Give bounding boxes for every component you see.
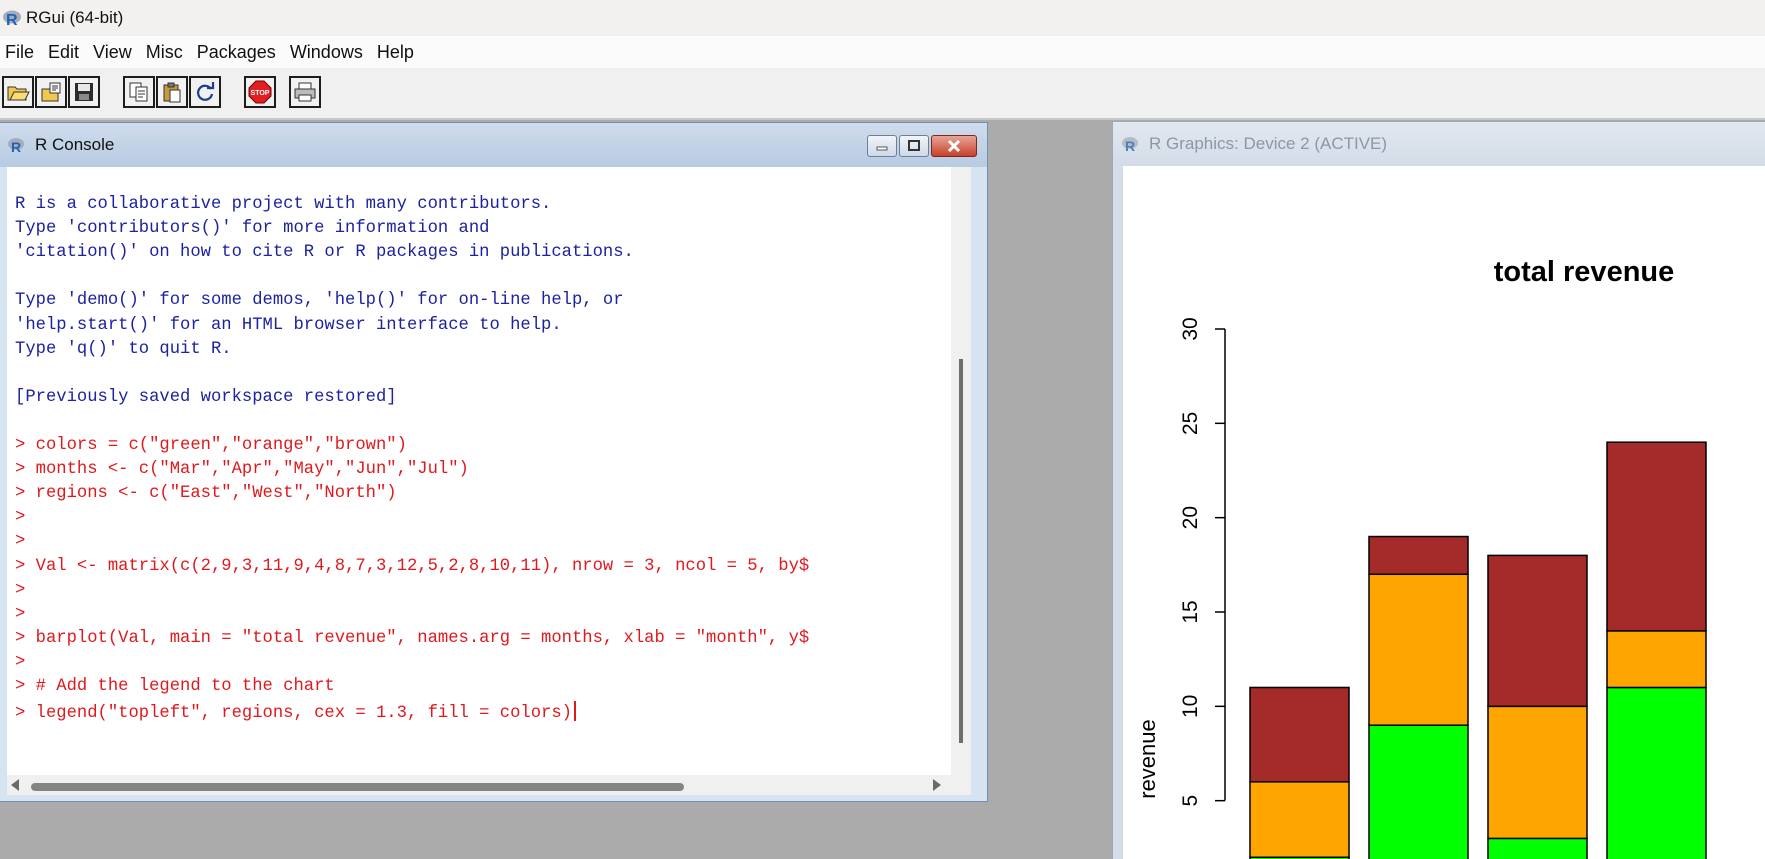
console-input-line: > legend("topleft", regions, cex = 1.3, … [15,701,576,723]
app-titlebar: R RGui (64-bit) [0,0,1765,36]
console-input-line: > colors = c("green","orange","brown") [15,436,407,455]
menu-file[interactable]: File [0,42,43,63]
paste-button[interactable] [156,76,188,108]
svg-text:R: R [6,12,18,27]
app-title: RGui (64-bit) [26,8,124,27]
console-input-line: > months <- c("Mar","Apr","May","Jun","J… [15,460,469,480]
bar-segment [1368,573,1469,726]
vertical-scroll-thumb[interactable] [959,359,963,743]
minimize-button[interactable] [867,135,897,157]
console-output-line: Type 'contributors()' for more informati… [15,219,490,239]
svg-text:R: R [11,139,21,154]
y-tick-label: 5 [1179,795,1202,807]
menu-bar: File Edit View Misc Packages Windows Hel… [0,36,1765,68]
refresh-button[interactable] [189,76,221,108]
menu-windows[interactable]: Windows [285,42,372,63]
bar-segment [1487,705,1588,840]
load-workspace-icon [41,82,61,102]
console-input-line: > regions <- c("East","West","North") [15,484,397,504]
chart-title: total revenue [1494,256,1675,288]
scroll-left-icon[interactable] [11,779,19,791]
maximize-button[interactable] [899,135,929,157]
bar-segment [1249,781,1350,859]
rgui-app: R RGui (64-bit) File Edit View Misc Pack… [0,0,1765,859]
r-console-window[interactable]: R R Console R is a collaborative project… [0,122,988,802]
menu-help[interactable]: Help [372,42,423,63]
maximize-icon [908,140,920,151]
console-input-line: > barplot(Val, main = "total revenue", n… [15,628,810,648]
stop-button[interactable]: STOP [244,76,276,108]
toolbar: STOP [0,68,1765,120]
y-axis-label: revenue [1135,719,1160,799]
console-horizontal-scrollbar[interactable] [7,775,971,795]
r-graphics-window[interactable]: R R Graphics: Device 2 (ACTIVE) total re… [1112,121,1765,859]
load-workspace-button[interactable] [35,76,67,108]
graphics-caption[interactable]: R R Graphics: Device 2 (ACTIVE) [1113,122,1765,166]
paste-icon [163,82,181,103]
y-tick-label: 10 [1179,695,1202,718]
menu-view[interactable]: View [88,42,141,63]
close-button[interactable] [931,135,977,157]
console-vertical-scrollbar[interactable] [951,167,971,775]
y-tick-label: 30 [1179,317,1202,340]
stop-icon: STOP [248,80,272,104]
console-input-line: > [15,508,26,528]
horizontal-scroll-thumb[interactable] [31,783,684,791]
console-title: R Console [35,135,115,154]
console-output-line: 'help.start()' for an HTML browser inter… [15,315,562,335]
refresh-icon [197,82,215,101]
console-output-line: [Previously saved workspace restored] [15,387,397,407]
console-output-line: Type 'demo()' for some demos, 'help()' f… [15,291,624,311]
open-script-icon [7,86,30,101]
menu-packages[interactable]: Packages [192,42,285,63]
r-console-icon: R [7,136,25,155]
svg-text:STOP: STOP [251,90,270,97]
console-input-line: > [15,580,26,600]
console-output-line: 'citation()' on how to cite R or R packa… [15,243,634,263]
console-output[interactable]: R is a collaborative project with many c… [7,167,951,775]
save-button[interactable] [68,76,100,108]
console-input-line: > # Add the legend to the chart [15,677,335,696]
bar-segment [1368,535,1469,576]
bar-segment [1606,441,1707,632]
y-tick-label: 20 [1179,506,1202,529]
r-graphics-icon: R [1121,135,1139,154]
graphics-title: R Graphics: Device 2 (ACTIVE) [1149,134,1388,153]
copy-icon [129,82,148,102]
console-output-line: Type 'q()' to quit R. [15,339,232,359]
bar-segment [1487,554,1588,708]
minimize-icon [876,146,888,151]
revenue-chart: total revenue revenue 5 10 15 20 25 30 [1135,256,1707,859]
scroll-right-icon[interactable] [933,779,941,791]
print-icon [294,82,316,102]
save-icon [75,83,93,101]
console-output-line: R is a collaborative project with many c… [15,195,552,214]
y-tick-label: 25 [1179,412,1202,435]
console-input-line: > Val <- matrix(c(2,9,3,11,9,4,8,7,3,12,… [15,556,810,576]
bar-segment [1368,724,1469,859]
menu-edit[interactable]: Edit [43,42,88,63]
y-tick-label: 15 [1179,600,1202,623]
console-caption[interactable]: R R Console [0,123,987,167]
bar-segment [1249,686,1350,783]
graphics-canvas: total revenue revenue 5 10 15 20 25 30 [1123,166,1765,859]
console-input-line: > [15,652,26,672]
print-button[interactable] [289,76,321,108]
open-script-button[interactable] [2,76,34,108]
close-icon [947,139,961,153]
bar-segment [1606,686,1707,859]
menu-misc[interactable]: Misc [141,42,192,63]
console-input-line: > [15,604,26,624]
bar-segment [1487,837,1588,859]
r-logo-icon: R [2,9,22,29]
bar-segment [1606,630,1707,689]
copy-button[interactable] [123,76,155,108]
svg-text:R: R [1125,138,1135,153]
text-cursor [573,701,576,722]
console-input-line: > [15,532,26,552]
